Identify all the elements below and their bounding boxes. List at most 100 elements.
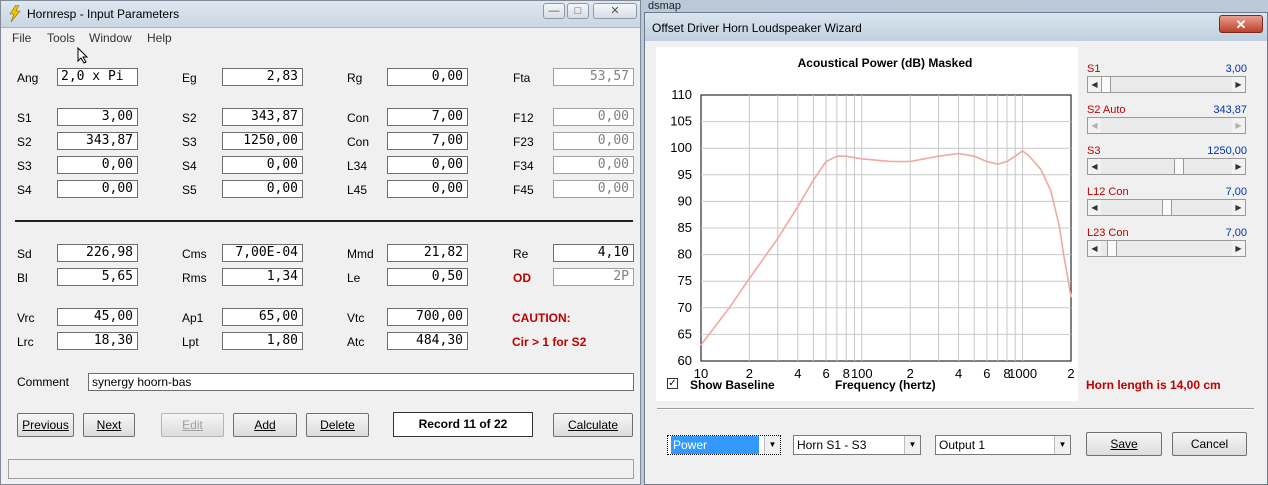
scroll-left-icon[interactable]: ◀ xyxy=(1088,241,1101,256)
param-field-lpt[interactable]: 1,80 xyxy=(222,332,303,350)
param-field-s1[interactable]: 3,00 xyxy=(57,108,138,126)
slider-thumb[interactable] xyxy=(1161,200,1172,215)
caution-label: CAUTION: xyxy=(512,311,571,325)
param-field-s5[interactable]: 0,00 xyxy=(222,180,303,198)
x-tick-label: 1000 xyxy=(1008,366,1037,381)
param-label-rg: Rg xyxy=(347,71,363,85)
param-field-vtc[interactable]: 700,00 xyxy=(387,308,468,326)
slider-value: 3,00 xyxy=(1225,63,1247,75)
param-field-od[interactable]: 2P xyxy=(553,268,634,286)
param-field-s2[interactable]: 343,87 xyxy=(57,132,138,150)
param-field-bl[interactable]: 5,65 xyxy=(57,268,138,286)
param-label-le: Le xyxy=(347,271,361,285)
param-field-rms[interactable]: 1,34 xyxy=(222,268,303,286)
chevron-down-icon: ▼ xyxy=(904,436,920,454)
param-field-s4[interactable]: 0,00 xyxy=(222,156,303,174)
cancel-button[interactable]: Cancel xyxy=(1172,432,1247,456)
calculate-button-label: Calculate xyxy=(567,418,619,432)
wizard-window: Offset Driver Horn Loudspeaker Wizard ✕ … xyxy=(644,12,1268,485)
param-field-ang[interactable]: 2,0 x Pi xyxy=(57,68,138,86)
slider-thumb[interactable] xyxy=(1173,159,1184,174)
scroll-right-icon[interactable]: ▶ xyxy=(1232,200,1245,215)
param-label-ang: Ang xyxy=(17,71,39,85)
scroll-right-icon[interactable]: ▶ xyxy=(1232,241,1245,256)
y-tick-label: 70 xyxy=(678,300,692,315)
frequency-axis-label: Frequency (hertz) xyxy=(835,378,936,392)
add-button[interactable]: Add xyxy=(233,413,297,437)
param-field-re[interactable]: 4,10 xyxy=(553,244,634,262)
slider-panel: S1 3,00 ◀ ▶ S2 Auto 343,87 ◀ ▶ S3 1250,00 ◀ ▶ L12 Co… xyxy=(1085,63,1255,273)
param-field-f34[interactable]: 0,00 xyxy=(553,156,634,174)
status-bar xyxy=(8,459,634,479)
scroll-right-icon[interactable]: ▶ xyxy=(1232,77,1245,92)
param-field-f45[interactable]: 0,00 xyxy=(553,180,634,198)
param-label-con: Con xyxy=(347,111,370,125)
scroll-left-icon[interactable]: ◀ xyxy=(1088,77,1101,92)
param-field-l34[interactable]: 0,00 xyxy=(387,156,468,174)
scroll-left-icon[interactable]: ◀ xyxy=(1088,159,1101,174)
param-field-s2[interactable]: 343,87 xyxy=(222,108,303,126)
param-field-l45[interactable]: 0,00 xyxy=(387,180,468,198)
param-field-cms[interactable]: 7,00E-04 xyxy=(222,244,303,262)
output-combo[interactable]: Output 1 ▼ xyxy=(935,435,1071,455)
slider-track[interactable]: ◀ ▶ xyxy=(1087,117,1246,134)
param-field-fta[interactable]: 53,57 xyxy=(553,68,634,86)
param-field-ap1[interactable]: 65,00 xyxy=(222,308,303,326)
param-label-l45: L45 xyxy=(347,183,368,197)
param-field-atc[interactable]: 484,30 xyxy=(387,332,468,350)
show-baseline-label: Show Baseline xyxy=(690,378,775,392)
scroll-right-icon[interactable]: ▶ xyxy=(1232,159,1245,174)
param-field-lrc[interactable]: 18,30 xyxy=(57,332,138,350)
param-field-le[interactable]: 0,50 xyxy=(387,268,468,286)
y-tick-label: 80 xyxy=(678,247,692,262)
wizard-title: Offset Driver Horn Loudspeaker Wizard xyxy=(652,21,862,35)
slider-track[interactable]: ◀ ▶ xyxy=(1087,158,1246,175)
slider-thumb[interactable] xyxy=(1107,241,1118,256)
previous-button[interactable]: Previous xyxy=(17,413,74,437)
slider-label: S3 xyxy=(1087,145,1101,157)
y-tick-label: 100 xyxy=(670,140,692,155)
slider-track[interactable]: ◀ ▶ xyxy=(1087,76,1246,93)
parameter-grid: Ang 2,0 x Pi Eg 2,83 Rg 0,00 Fta 53,57 S1 3,00 S2 3… xyxy=(1,1,641,361)
scroll-left-icon[interactable]: ◀ xyxy=(1088,118,1101,133)
comment-field[interactable]: synergy hoorn-bas xyxy=(88,373,634,391)
calculate-button[interactable]: Calculate xyxy=(553,413,633,437)
param-label-s2: S2 xyxy=(182,111,197,125)
param-label-eg: Eg xyxy=(182,71,197,85)
wizard-divider xyxy=(657,408,1254,410)
scroll-left-icon[interactable]: ◀ xyxy=(1088,200,1101,215)
slider-thumb[interactable] xyxy=(1101,77,1111,92)
param-field-eg[interactable]: 2,83 xyxy=(222,68,303,86)
param-field-sd[interactable]: 226,98 xyxy=(57,244,138,262)
slider-track[interactable]: ◀ ▶ xyxy=(1087,199,1246,216)
save-button[interactable]: Save xyxy=(1086,432,1162,456)
edit-button[interactable]: Edit xyxy=(161,413,224,437)
slider-label: S2 Auto xyxy=(1087,104,1126,116)
param-field-con[interactable]: 7,00 xyxy=(387,108,468,126)
param-field-rg[interactable]: 0,00 xyxy=(387,68,468,86)
x-tick-label: 4 xyxy=(794,366,801,381)
delete-button-label: Delete xyxy=(320,418,355,432)
param-field-f23[interactable]: 0,00 xyxy=(553,132,634,150)
param-label-fta: Fta xyxy=(513,71,531,85)
next-button[interactable]: Next xyxy=(83,413,135,437)
wizard-close-button[interactable]: ✕ xyxy=(1219,15,1263,33)
horn-combo[interactable]: Horn S1 - S3 ▼ xyxy=(793,435,921,455)
param-label-con: Con xyxy=(347,135,370,149)
param-field-s3[interactable]: 0,00 xyxy=(57,156,138,174)
param-field-s3[interactable]: 1250,00 xyxy=(222,132,303,150)
delete-button[interactable]: Delete xyxy=(306,413,369,437)
param-label-s2: S2 xyxy=(17,135,32,149)
scroll-right-icon[interactable]: ▶ xyxy=(1232,118,1245,133)
slider-track[interactable]: ◀ ▶ xyxy=(1087,240,1246,257)
show-baseline-checkbox[interactable]: ✓ xyxy=(667,378,678,389)
power-combo[interactable]: Power ▼ xyxy=(667,435,781,455)
chevron-down-icon: ▼ xyxy=(1054,436,1070,454)
slider-value: 1250,00 xyxy=(1207,145,1247,157)
param-field-con[interactable]: 7,00 xyxy=(387,132,468,150)
param-field-vrc[interactable]: 45,00 xyxy=(57,308,138,326)
param-field-s4[interactable]: 0,00 xyxy=(57,180,138,198)
param-field-mmd[interactable]: 21,82 xyxy=(387,244,468,262)
param-field-f12[interactable]: 0,00 xyxy=(553,108,634,126)
param-label-s5: S5 xyxy=(182,183,197,197)
